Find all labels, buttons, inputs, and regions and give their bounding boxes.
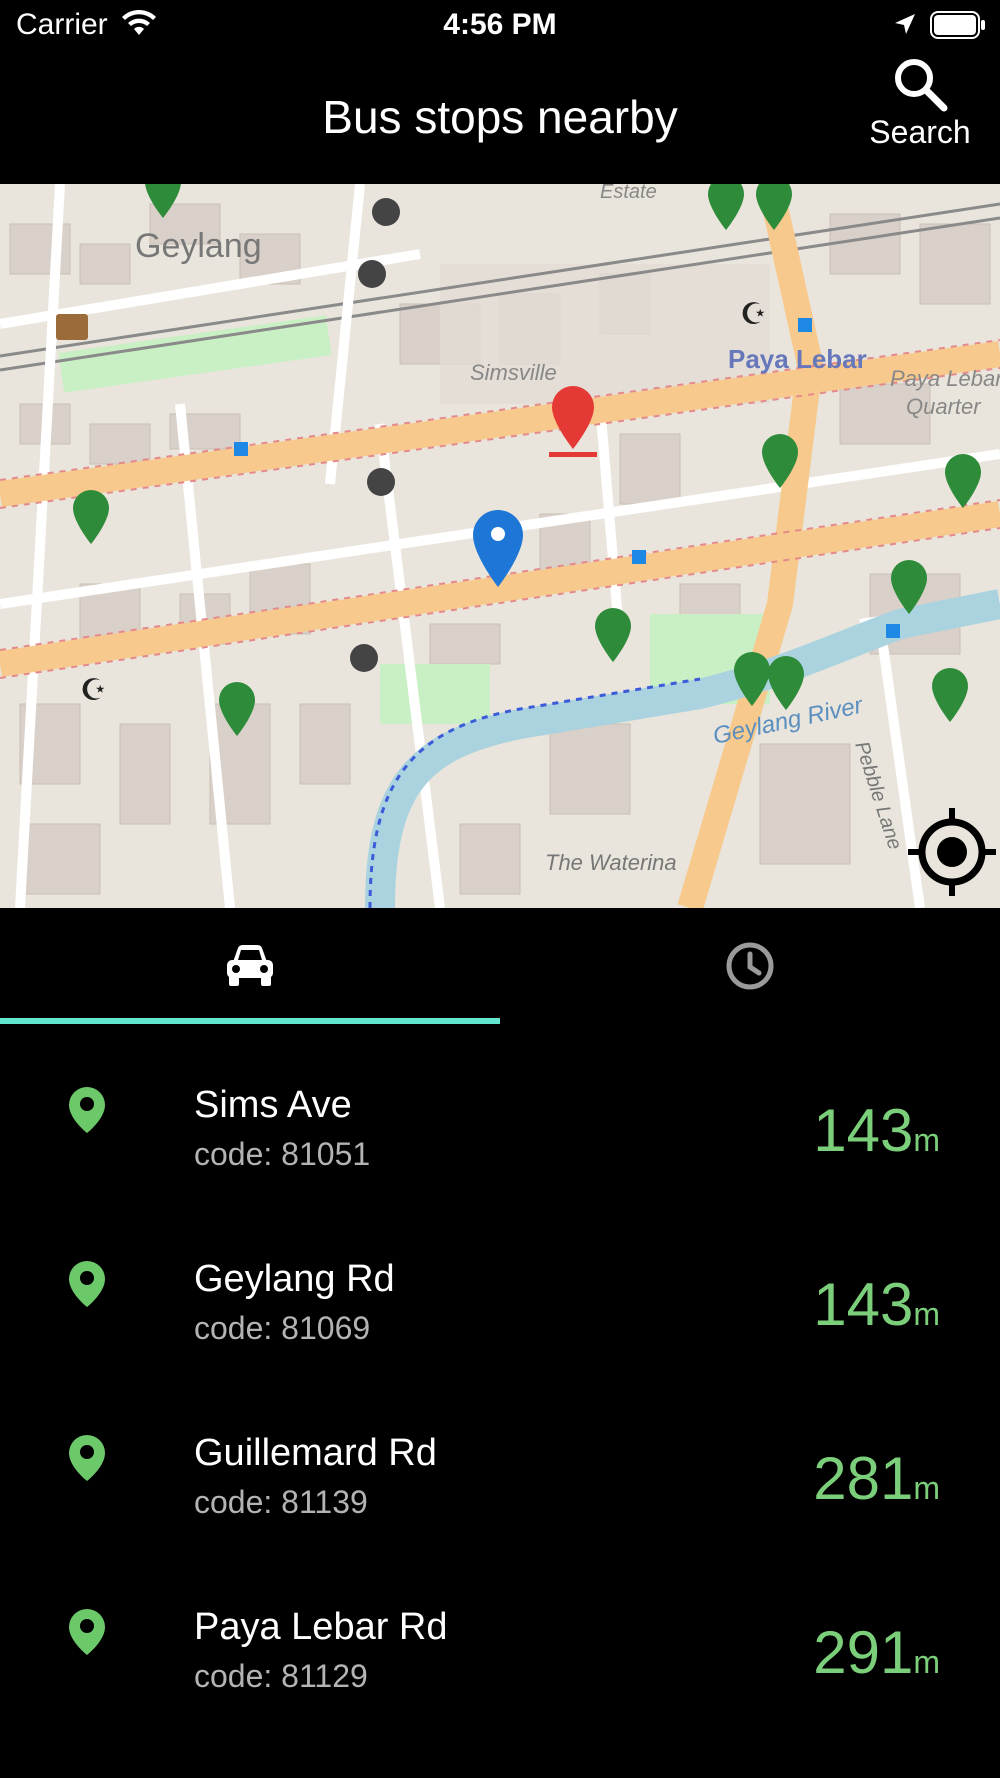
bus-stop-list: Sims Ave code: 81051 143m Geylang Rd cod… (0, 1024, 1000, 1720)
selected-stop-pin (549, 386, 597, 457)
tab-history[interactable] (500, 908, 1000, 1024)
pin-icon (69, 1087, 105, 1133)
tab-nearby[interactable] (0, 908, 500, 1024)
stop-distance: 291m (813, 1618, 940, 1687)
pin-icon (69, 1435, 105, 1481)
status-time: 4:56 PM (443, 8, 557, 41)
search-icon (895, 59, 948, 112)
search-button[interactable]: Search (860, 56, 980, 166)
map-label-paya-lebar-quarter: Paya Lebar (890, 366, 1000, 391)
stop-name: Paya Lebar Rd (194, 1606, 448, 1648)
distance-value: 281 (813, 1445, 914, 1512)
map-canvas: Geylang Simsville Paya Lebar Paya Lebar … (0, 184, 1000, 908)
list-item[interactable]: Sims Ave code: 81051 143m (0, 1024, 1000, 1198)
stop-name: Guillemard Rd (194, 1432, 437, 1474)
list-item[interactable]: Paya Lebar Rd code: 81129 291m (0, 1546, 1000, 1720)
distance-value: 143 (813, 1271, 914, 1338)
list-item[interactable]: Geylang Rd code: 81069 143m (0, 1198, 1000, 1372)
car-icon (227, 945, 273, 986)
stop-code: code: 81129 (194, 1658, 368, 1694)
map-label-paya-lebar: Paya Lebar (728, 344, 867, 374)
distance-value: 291 (813, 1619, 914, 1686)
stop-distance: 143m (813, 1096, 940, 1165)
location-arrow-icon (895, 14, 915, 34)
page-title: Bus stops nearby (322, 91, 678, 143)
distance-value: 143 (813, 1097, 914, 1164)
distance-unit: m (913, 1644, 940, 1680)
stop-code: code: 81069 (194, 1310, 371, 1346)
map-label-simsville: Simsville (470, 360, 557, 385)
map-label-waterina: The Waterina (545, 850, 677, 875)
distance-unit: m (913, 1470, 940, 1506)
crosshair-icon (908, 808, 996, 896)
battery-icon (930, 11, 985, 39)
stop-distance: 143m (813, 1270, 940, 1339)
map-label-estate: Estate (600, 184, 657, 203)
stop-distance: 281m (813, 1444, 940, 1513)
stop-name: Sims Ave (194, 1084, 352, 1126)
map-label-geylang: Geylang (135, 227, 262, 265)
header: Bus stops nearby Search (0, 50, 1000, 184)
map-view[interactable]: Geylang Simsville Paya Lebar Paya Lebar … (0, 184, 1000, 908)
locate-me-button[interactable] (904, 804, 1000, 900)
list-item[interactable]: Guillemard Rd code: 81139 281m (0, 1372, 1000, 1546)
pin-icon (69, 1261, 105, 1307)
tab-bar (0, 908, 1000, 1024)
pin-icon (69, 1609, 105, 1655)
search-label: Search (869, 114, 971, 150)
svg-text:☪: ☪ (80, 674, 107, 707)
stop-name: Geylang Rd (194, 1258, 395, 1300)
svg-text:☪: ☪ (740, 298, 767, 331)
distance-unit: m (913, 1122, 940, 1158)
status-bar: Carrier 4:56 PM (0, 0, 1000, 50)
map-label-quarter: Quarter (906, 394, 982, 419)
stop-code: code: 81051 (194, 1136, 371, 1172)
distance-unit: m (913, 1296, 940, 1332)
clock-icon (726, 942, 774, 990)
stop-code: code: 81139 (194, 1484, 368, 1520)
